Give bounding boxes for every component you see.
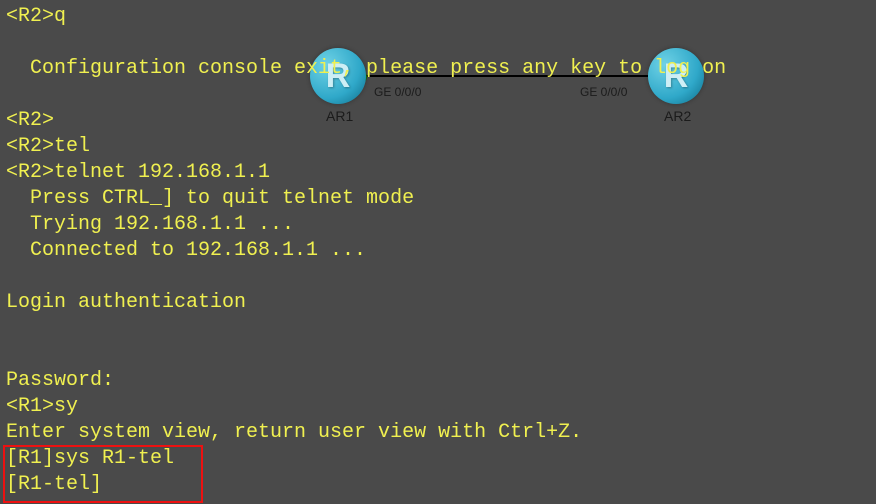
terminal-output[interactable]: <R2>q Configuration console exit, please… bbox=[0, 0, 732, 502]
